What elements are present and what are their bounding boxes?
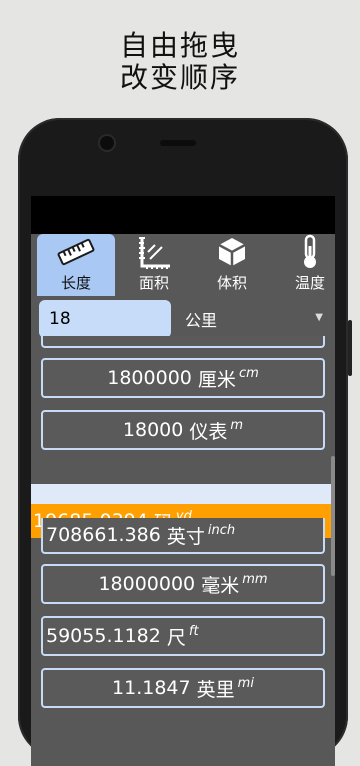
unit-abbr: ft <box>188 623 199 639</box>
earpiece-speaker <box>160 140 196 146</box>
tab-volume[interactable]: 体积 <box>193 234 271 296</box>
unit-name: 毫米 <box>201 574 240 597</box>
unit-name: 英寸 <box>166 525 205 548</box>
unit-abbr: cm <box>238 365 259 381</box>
tab-length[interactable]: 长度 <box>37 234 115 296</box>
result-value: 59055.1182 <box>46 625 161 647</box>
list-item[interactable]: 18000000 毫米 mm <box>41 564 325 604</box>
unit-dropdown-value: 公里 <box>185 311 218 330</box>
tab-area[interactable]: 面积 <box>115 234 193 296</box>
category-tabs: 长度 面积 体积 温度 <box>31 234 335 296</box>
unit-name: 英里 <box>196 678 235 701</box>
promo-line-1: 自由拖曳 <box>119 29 240 62</box>
list-item[interactable]: 11.1847 英里 mi <box>41 668 325 708</box>
list-item-partial[interactable] <box>41 336 325 348</box>
cube-icon <box>215 234 249 270</box>
drop-placeholder <box>31 484 335 504</box>
unit-abbr: m <box>230 417 244 433</box>
list-item[interactable]: 59055.1182 尺 ft <box>41 616 325 656</box>
result-value: 708661.386 <box>46 524 161 546</box>
thermometer-icon <box>300 234 320 270</box>
front-camera <box>100 136 114 150</box>
power-button <box>348 320 352 376</box>
input-row: 公里 ▼ <box>31 300 335 340</box>
scrollbar[interactable] <box>331 456 335 576</box>
tab-length-label: 长度 <box>60 274 91 292</box>
promo-line-2: 改变顺序 <box>119 61 240 94</box>
unit-name: 厘米 <box>197 368 236 391</box>
result-value: 1800000 <box>107 367 192 389</box>
status-bar <box>31 196 335 234</box>
phone-frame: 长度 面积 体积 温度 18 公里 ▼ 1800000 厘米 cm 18000 … <box>18 118 352 766</box>
tab-temperature-label: 温度 <box>294 274 325 292</box>
list-item[interactable]: 18000 仪表 m <box>41 410 325 450</box>
unit-name: 仪表 <box>189 420 228 443</box>
value-input[interactable] <box>39 300 171 338</box>
unit-abbr: mm <box>242 571 268 587</box>
app-screen: 长度 面积 体积 温度 18 公里 ▼ 1800000 厘米 cm 18000 … <box>31 196 335 766</box>
unit-name: 尺 <box>166 626 186 649</box>
list-item[interactable]: 708661.386 英寸 inch <box>41 518 325 554</box>
ruler-icon <box>56 234 96 270</box>
result-value: 18000 <box>122 419 184 441</box>
result-value: 11.1847 <box>112 677 191 699</box>
list-item[interactable]: 1800000 厘米 cm <box>41 358 325 398</box>
unit-abbr: mi <box>237 675 254 691</box>
tab-volume-label: 体积 <box>216 274 247 292</box>
tab-temperature[interactable]: 温度 <box>271 234 335 296</box>
promo-caption: 自由拖曳 改变顺序 <box>0 30 360 94</box>
tab-area-label: 面积 <box>138 274 169 292</box>
result-value: 18000000 <box>98 573 196 595</box>
unit-abbr: inch <box>207 522 236 538</box>
unit-dropdown[interactable]: 公里 ▼ <box>185 300 325 338</box>
area-icon <box>136 234 172 270</box>
dropdown-arrow-icon: ▼ <box>315 312 323 323</box>
